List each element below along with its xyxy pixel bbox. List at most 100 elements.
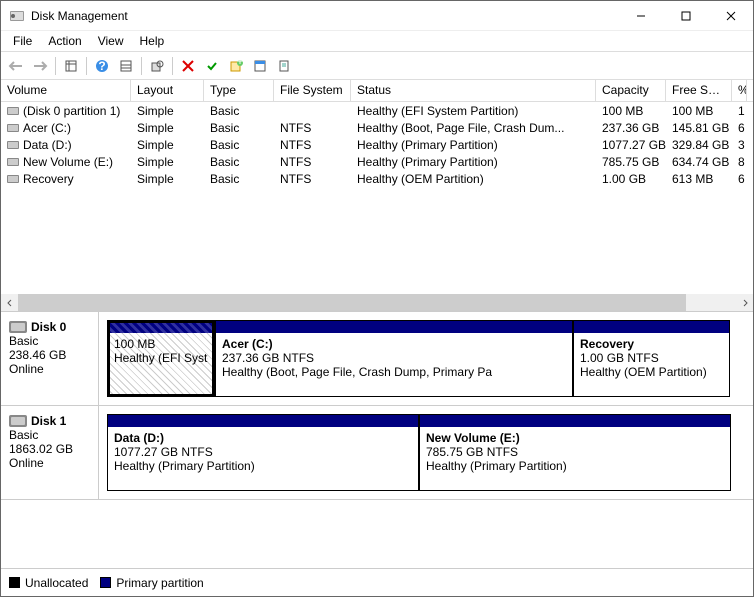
list-cell: 100 MB bbox=[596, 103, 666, 119]
volume-row[interactable]: Data (D:)SimpleBasicNTFSHealthy (Primary… bbox=[1, 136, 753, 153]
partition-container: Data (D:)1077.27 GB NTFSHealthy (Primary… bbox=[99, 406, 753, 499]
new-volume-button[interactable]: + bbox=[225, 55, 247, 77]
legend-label: Primary partition bbox=[116, 576, 203, 590]
legend: Unallocated Primary partition bbox=[1, 568, 753, 596]
menu-view[interactable]: View bbox=[90, 32, 132, 50]
help-button[interactable]: ? bbox=[91, 55, 113, 77]
disk-row: Disk 0Basic238.46 GBOnline100 MBHealthy … bbox=[1, 312, 753, 406]
list-cell: 3 bbox=[732, 137, 747, 153]
menu-help[interactable]: Help bbox=[132, 32, 173, 50]
partition-size: 100 MB bbox=[114, 337, 208, 351]
col-type[interactable]: Type bbox=[204, 80, 274, 101]
horizontal-scrollbar[interactable] bbox=[1, 294, 753, 311]
list-cell: 634.74 GB bbox=[666, 154, 732, 170]
partition-title: Data (D:) bbox=[114, 431, 412, 445]
partition-status: Healthy (OEM Partition) bbox=[580, 365, 723, 379]
volume-row[interactable]: RecoverySimpleBasicNTFSHealthy (OEM Part… bbox=[1, 170, 753, 187]
list-cell: 8 bbox=[732, 154, 747, 170]
col-pct[interactable]: % bbox=[732, 80, 747, 101]
swatch-primary-icon bbox=[100, 577, 111, 588]
list-cell: 613 MB bbox=[666, 171, 732, 187]
disk-info[interactable]: Disk 1Basic1863.02 GBOnline bbox=[1, 406, 99, 499]
list-cell: Simple bbox=[131, 154, 204, 170]
list-cell: 785.75 GB bbox=[596, 154, 666, 170]
partition[interactable]: Acer (C:)237.36 GB NTFSHealthy (Boot, Pa… bbox=[215, 320, 573, 397]
list-cell: NTFS bbox=[274, 137, 351, 153]
partition[interactable]: Recovery1.00 GB NTFSHealthy (OEM Partiti… bbox=[573, 320, 730, 397]
disk-type: Basic bbox=[9, 428, 90, 442]
forward-button bbox=[29, 55, 51, 77]
volume-icon bbox=[7, 158, 19, 166]
menu-action[interactable]: Action bbox=[40, 32, 89, 50]
titlebar: Disk Management bbox=[1, 1, 753, 31]
list-cell bbox=[274, 110, 351, 112]
list-cell: Healthy (Primary Partition) bbox=[351, 154, 596, 170]
volume-icon bbox=[7, 141, 19, 149]
col-volume[interactable]: Volume bbox=[1, 80, 131, 101]
volume-row[interactable]: Acer (C:)SimpleBasicNTFSHealthy (Boot, P… bbox=[1, 119, 753, 136]
disk-icon bbox=[9, 321, 27, 333]
list-cell: NTFS bbox=[274, 120, 351, 136]
list-cell: Simple bbox=[131, 103, 204, 119]
scroll-right-button[interactable] bbox=[736, 294, 753, 311]
list-cell: Healthy (Boot, Page File, Crash Dum... bbox=[351, 120, 596, 136]
partition-body: New Volume (E:)785.75 GB NTFSHealthy (Pr… bbox=[420, 427, 730, 490]
delete-button[interactable] bbox=[177, 55, 199, 77]
volume-icon bbox=[7, 175, 19, 183]
disk-icon bbox=[9, 415, 27, 427]
scroll-thumb[interactable] bbox=[18, 294, 686, 311]
menu-file[interactable]: File bbox=[5, 32, 40, 50]
col-status[interactable]: Status bbox=[351, 80, 596, 101]
close-button[interactable] bbox=[708, 1, 753, 30]
minimize-button[interactable] bbox=[618, 1, 663, 30]
list-cell: 237.36 GB bbox=[596, 120, 666, 136]
list-cell: Basic bbox=[204, 103, 274, 119]
volume-row[interactable]: New Volume (E:)SimpleBasicNTFSHealthy (P… bbox=[1, 153, 753, 170]
list-cell: Simple bbox=[131, 171, 204, 187]
partition[interactable]: 100 MBHealthy (EFI System Partition) bbox=[107, 320, 215, 397]
col-capacity[interactable]: Capacity bbox=[596, 80, 666, 101]
list-cell: 1 bbox=[732, 103, 747, 119]
partition-body: Acer (C:)237.36 GB NTFSHealthy (Boot, Pa… bbox=[216, 333, 572, 396]
disk-row: Disk 1Basic1863.02 GBOnlineData (D:)1077… bbox=[1, 406, 753, 500]
legend-primary: Primary partition bbox=[100, 576, 203, 590]
col-free[interactable]: Free Spa... bbox=[666, 80, 732, 101]
partition-body: 100 MBHealthy (EFI System Partition) bbox=[108, 333, 214, 396]
partition[interactable]: New Volume (E:)785.75 GB NTFSHealthy (Pr… bbox=[419, 414, 731, 491]
volume-row[interactable]: (Disk 0 partition 1)SimpleBasicHealthy (… bbox=[1, 102, 753, 119]
refresh-button[interactable] bbox=[146, 55, 168, 77]
legend-unallocated: Unallocated bbox=[9, 576, 88, 590]
list-cell: Simple bbox=[131, 137, 204, 153]
disk-type: Basic bbox=[9, 334, 90, 348]
partition-container: 100 MBHealthy (EFI System Partition)Acer… bbox=[99, 312, 753, 405]
partition-body: Data (D:)1077.27 GB NTFSHealthy (Primary… bbox=[108, 427, 418, 490]
maximize-button[interactable] bbox=[663, 1, 708, 30]
disk-info[interactable]: Disk 0Basic238.46 GBOnline bbox=[1, 312, 99, 405]
disk-graphic-panel: Disk 0Basic238.46 GBOnline100 MBHealthy … bbox=[1, 312, 753, 568]
partition-title: New Volume (E:) bbox=[426, 431, 724, 445]
list-cell: 1.00 GB bbox=[596, 171, 666, 187]
legend-label: Unallocated bbox=[25, 576, 88, 590]
settings-button[interactable] bbox=[273, 55, 295, 77]
svg-text:+: + bbox=[236, 59, 243, 68]
properties-button[interactable] bbox=[249, 55, 271, 77]
partition-header bbox=[108, 415, 418, 427]
partition[interactable]: Data (D:)1077.27 GB NTFSHealthy (Primary… bbox=[107, 414, 419, 491]
disk-size: 1863.02 GB bbox=[9, 442, 90, 456]
back-button bbox=[5, 55, 27, 77]
col-layout[interactable]: Layout bbox=[131, 80, 204, 101]
list-cell: Basic bbox=[204, 137, 274, 153]
swatch-unallocated-icon bbox=[9, 577, 20, 588]
disk-label: Disk 0 bbox=[9, 320, 90, 334]
list-cell: Acer (C:) bbox=[1, 120, 131, 136]
partition-size: 1.00 GB NTFS bbox=[580, 351, 723, 365]
partition-status: Healthy (Primary Partition) bbox=[114, 459, 412, 473]
scroll-left-button[interactable] bbox=[1, 294, 18, 311]
disk-label: Disk 1 bbox=[9, 414, 90, 428]
volume-list: Volume Layout Type File System Status Ca… bbox=[1, 80, 753, 312]
check-button[interactable] bbox=[201, 55, 223, 77]
col-filesystem[interactable]: File System bbox=[274, 80, 351, 101]
view-list-button[interactable] bbox=[115, 55, 137, 77]
list-cell: 1077.27 GB bbox=[596, 137, 666, 153]
view-icon-button[interactable] bbox=[60, 55, 82, 77]
